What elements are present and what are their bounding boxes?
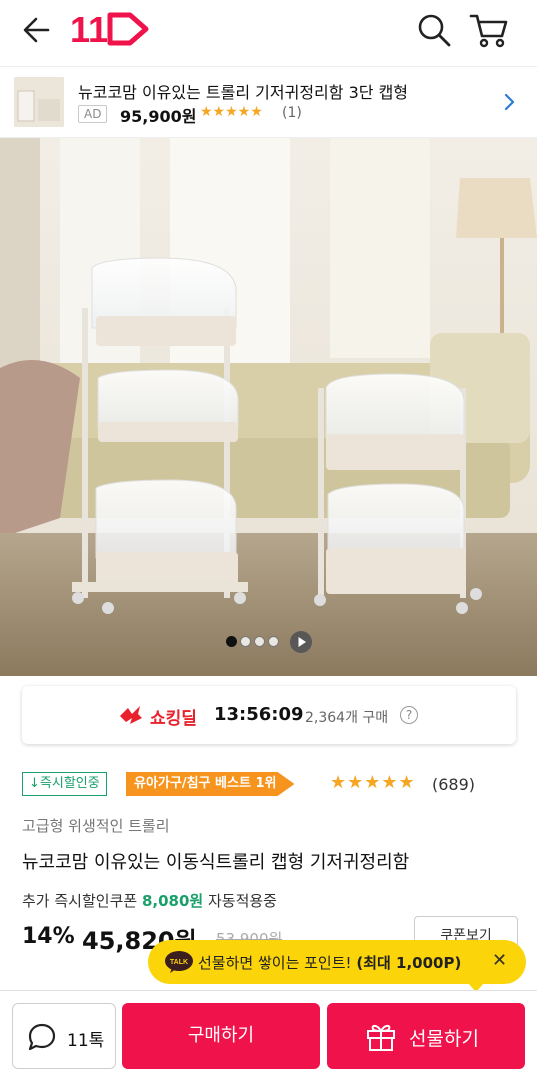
rating-count[interactable]: (689)	[432, 775, 475, 794]
gift-label: 선물하기	[409, 1028, 479, 1050]
arrow-left-icon[interactable]	[18, 10, 58, 50]
gift-tooltip-highlight: (최대 1,000P)	[356, 954, 462, 972]
eleven-street-logo[interactable]: 11	[70, 9, 154, 49]
cart-icon[interactable]	[468, 10, 510, 50]
buy-button[interactable]: 구매하기	[122, 1003, 320, 1069]
ad-banner[interactable]: 뉴코코맘 이유있는 트롤리 기저귀정리함 3단 캡형 AD 95,900원 ★★…	[0, 66, 537, 138]
gift-icon	[367, 1024, 395, 1051]
deal-sold-count: 2,364개 구매	[305, 710, 389, 726]
discount-rate: 14%	[22, 924, 75, 949]
gallery-dot-1[interactable]	[226, 636, 237, 647]
gift-tooltip-text: 선물하면 쌓이는 포인트! (최대 1,000P)	[198, 952, 461, 973]
ad-thumbnail	[14, 77, 64, 127]
svg-text:TALK: TALK	[170, 959, 188, 966]
ad-review-count: (1)	[282, 105, 302, 121]
gallery-dot-3[interactable]	[254, 636, 265, 647]
coupon-suffix: 자동적용중	[207, 892, 277, 910]
search-icon[interactable]	[414, 10, 454, 50]
chat-bubble-icon	[28, 1023, 56, 1051]
coupon-info: 추가 즉시할인쿠폰 8,080원 자동적용중	[22, 890, 277, 911]
coupon-prefix: 추가 즉시할인쿠폰	[22, 892, 138, 910]
shocking-deal-icon	[120, 706, 142, 724]
product-photo	[0, 138, 537, 676]
rating-stars: ★★★★★	[330, 772, 416, 793]
gift-button[interactable]: 선물하기	[327, 1003, 525, 1069]
help-icon[interactable]: ?	[400, 706, 418, 724]
top-header: 11	[0, 0, 537, 60]
ad-price: 95,900원	[120, 107, 197, 126]
eleven-talk-button[interactable]: 11톡	[12, 1003, 116, 1069]
coupon-amount: 8,080원	[141, 892, 204, 910]
kakao-talk-icon: TALK	[165, 951, 193, 973]
gift-points-tooltip[interactable]: TALK 선물하면 쌓이는 포인트! (최대 1,000P) ✕	[148, 940, 526, 992]
ad-title: 뉴코코맘 이유있는 트롤리 기저귀정리함 3단 캡형	[78, 83, 409, 102]
talk-label: 11톡	[67, 1031, 105, 1051]
gift-tooltip-message: 선물하면 쌓이는 포인트!	[198, 954, 352, 972]
deal-label: 쇼킹딜	[150, 709, 197, 729]
best-rank-badge[interactable]: 유아가구/침구 베스트 1위	[126, 772, 295, 796]
svg-text:11: 11	[70, 9, 108, 49]
bottom-action-bar: 11톡 구매하기 선물하기	[0, 990, 537, 1080]
shocking-deal-bar: 쇼킹딜 13:56:09 2,364개 구매 ?	[22, 686, 516, 744]
deal-timer: 13:56:09	[214, 704, 304, 725]
product-title: 뉴코코맘 이유있는 이동식트롤리 캡형 기저귀정리함	[22, 852, 410, 873]
chevron-right-icon[interactable]	[500, 91, 518, 113]
gallery-dot-4[interactable]	[268, 636, 279, 647]
ad-rating-stars: ★★★★★	[200, 104, 263, 120]
ad-badge: AD	[78, 105, 108, 123]
gallery-dot-2[interactable]	[240, 636, 251, 647]
close-icon[interactable]: ✕	[492, 950, 507, 971]
product-subtitle: 고급형 위생적인 트롤리	[22, 817, 170, 835]
instant-discount-badge: ↓즉시할인중	[22, 772, 107, 796]
play-video-icon[interactable]	[290, 631, 312, 653]
product-image[interactable]	[0, 138, 537, 676]
